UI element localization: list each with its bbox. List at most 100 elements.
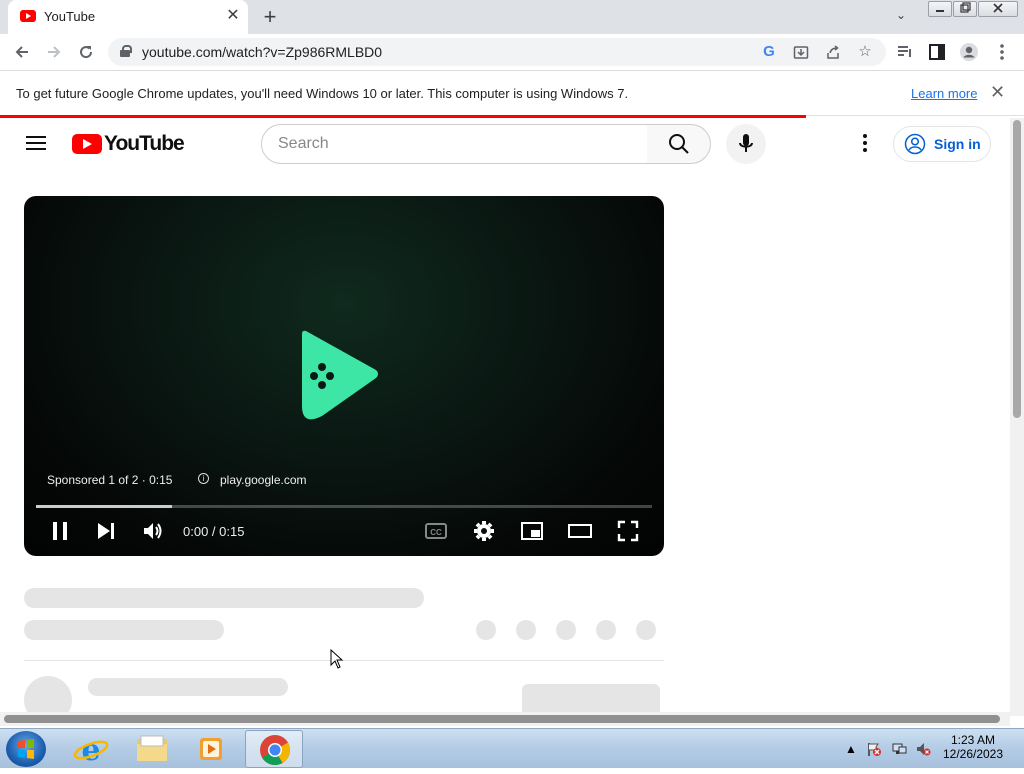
video-progress-bar[interactable] — [36, 505, 652, 508]
new-tab-button[interactable]: + — [258, 4, 282, 30]
skeleton-title — [24, 588, 424, 608]
reload-icon[interactable] — [74, 40, 98, 64]
close-window-button[interactable] — [978, 1, 1018, 17]
skeleton-action — [636, 620, 656, 640]
youtube-logo-text: YouTube — [104, 132, 185, 155]
search-input[interactable] — [261, 124, 648, 164]
microphone-icon — [739, 134, 753, 152]
next-button[interactable] — [94, 519, 118, 543]
video-player[interactable]: Sponsored 1 of 2 · 0:15 i play.google.co… — [24, 196, 664, 556]
reading-list-icon[interactable] — [893, 40, 917, 64]
restore-button[interactable] — [953, 1, 977, 17]
learn-more-link[interactable]: Learn more — [911, 86, 977, 101]
search-icon — [669, 134, 689, 154]
skeleton-subtitle — [24, 620, 224, 640]
ad-domain-link[interactable]: play.google.com — [220, 473, 307, 487]
tab-youtube[interactable]: YouTube ✕ — [8, 0, 248, 34]
hamburger-menu-icon[interactable] — [26, 136, 46, 150]
ad-sponsored-label: Sponsored 1 of 2 · 0:15 — [47, 473, 173, 487]
voice-search-button[interactable] — [726, 124, 766, 164]
ad-info-icon[interactable]: i — [198, 473, 209, 484]
taskbar-media-player[interactable] — [182, 730, 240, 768]
update-infobar: To get future Google Chrome updates, you… — [0, 72, 1024, 116]
sign-in-button[interactable]: Sign in — [893, 126, 991, 162]
side-panel-icon[interactable] — [925, 40, 949, 64]
tab-close-icon[interactable]: ✕ — [224, 7, 242, 25]
volume-muted-icon[interactable] — [915, 741, 931, 757]
vertical-scroll-thumb[interactable] — [1013, 120, 1021, 418]
vertical-scrollbar[interactable] — [1010, 118, 1024, 716]
fullscreen-icon — [617, 520, 639, 542]
skeleton-channel — [88, 678, 288, 696]
skeleton-action — [476, 620, 496, 640]
taskbar-internet-explorer[interactable]: e — [62, 730, 120, 768]
theater-mode-button[interactable] — [568, 519, 592, 543]
settings-button[interactable] — [472, 519, 496, 543]
infobar-message: To get future Google Chrome updates, you… — [16, 86, 629, 101]
address-bar[interactable]: youtube.com/watch?v=Zp986RMLBD0 G ☆ — [108, 38, 886, 66]
clock-time: 1:23 AM — [950, 733, 996, 747]
system-clock[interactable]: 1:23 AM 12/26/2023 — [940, 733, 1006, 761]
skeleton-action — [516, 620, 536, 640]
pause-icon — [53, 522, 67, 540]
browser-toolbar: youtube.com/watch?v=Zp986RMLBD0 G ☆ — [0, 34, 1024, 71]
captions-button[interactable]: CC — [424, 519, 448, 543]
google-play-games-logo-icon — [302, 330, 378, 420]
pause-button[interactable] — [48, 519, 72, 543]
mute-button[interactable] — [141, 519, 165, 543]
mouse-cursor-icon — [330, 649, 344, 669]
theater-mode-icon — [568, 524, 592, 538]
settings-more-icon[interactable] — [856, 134, 874, 154]
search-button[interactable] — [647, 124, 711, 164]
media-player-icon — [200, 738, 222, 760]
skeleton-action — [556, 620, 576, 640]
account-circle-icon — [904, 133, 926, 155]
chrome-menu-icon[interactable] — [990, 40, 1014, 64]
lock-icon[interactable] — [120, 45, 132, 57]
miniplayer-icon — [521, 522, 543, 540]
tab-title: YouTube — [44, 9, 96, 24]
fullscreen-button[interactable] — [616, 519, 640, 543]
forward-arrow-icon[interactable] — [42, 40, 66, 64]
gear-icon — [474, 521, 494, 541]
svg-text:e: e — [81, 733, 100, 768]
skeleton-action — [596, 620, 616, 640]
action-center-flag-icon[interactable] — [866, 741, 882, 757]
windows-taskbar: e ▲ 1:23 AM 12/26/2023 — [0, 728, 1024, 768]
tab-strip: YouTube ✕ + ⌄ — [0, 0, 1024, 34]
youtube-favicon-icon — [20, 10, 36, 22]
start-button[interactable] — [6, 731, 46, 767]
install-app-icon[interactable] — [792, 43, 810, 61]
video-progress-fill — [36, 505, 172, 508]
horizontal-scroll-thumb[interactable] — [4, 715, 1000, 723]
horizontal-scrollbar[interactable] — [0, 712, 1010, 726]
profile-avatar-icon[interactable] — [957, 40, 981, 64]
skip-next-icon — [98, 523, 114, 539]
youtube-header: YouTube Sign in — [0, 118, 1010, 172]
svg-text:CC: CC — [430, 528, 442, 537]
windows-logo-icon — [18, 739, 34, 759]
bookmark-star-icon[interactable]: ☆ — [856, 43, 874, 61]
time-display: 0:00 / 0:15 — [183, 524, 245, 539]
youtube-play-logo-icon — [72, 134, 102, 154]
tab-search-chevron-icon[interactable]: ⌄ — [896, 8, 906, 22]
sign-in-label: Sign in — [934, 136, 981, 152]
back-arrow-icon[interactable] — [10, 40, 34, 64]
minimize-button[interactable] — [928, 1, 952, 17]
chrome-icon — [260, 735, 291, 766]
volume-icon — [144, 523, 162, 539]
google-lens-icon[interactable]: G — [760, 43, 778, 61]
clock-date: 12/26/2023 — [942, 747, 1004, 761]
miniplayer-button[interactable] — [520, 519, 544, 543]
folder-icon — [137, 735, 167, 761]
taskbar-file-explorer[interactable] — [122, 730, 180, 768]
closed-captions-icon: CC — [425, 523, 447, 539]
network-icon[interactable] — [891, 741, 907, 757]
infobar-close-icon[interactable]: ✕ — [990, 82, 1005, 103]
share-icon[interactable] — [824, 43, 842, 61]
show-hidden-icons-icon[interactable]: ▲ — [843, 741, 859, 757]
internet-explorer-icon: e — [73, 733, 109, 768]
divider — [24, 660, 664, 661]
taskbar-chrome[interactable] — [245, 730, 303, 768]
url-text[interactable]: youtube.com/watch?v=Zp986RMLBD0 — [142, 44, 382, 60]
